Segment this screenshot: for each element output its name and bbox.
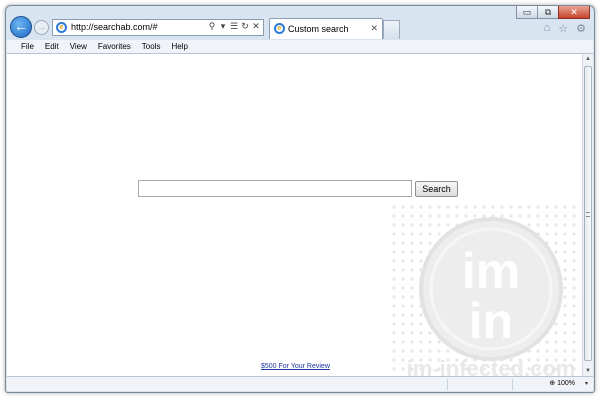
browser-window: ▭ ⧉ ✕ ← → e http://searchab.com/# ⚲ ▾ ☰ … bbox=[5, 5, 595, 393]
zoom-dropdown-icon[interactable]: ▾ bbox=[585, 380, 588, 387]
back-arrow-icon[interactable]: ← bbox=[10, 16, 32, 38]
address-bar-icons: ⚲ ▾ ☰ ↻ ✕ bbox=[208, 21, 260, 32]
menu-view[interactable]: View bbox=[70, 42, 87, 51]
stop-icon[interactable]: ✕ bbox=[252, 21, 260, 32]
menu-favorites[interactable]: Favorites bbox=[98, 42, 131, 51]
scroll-thumb[interactable] bbox=[584, 66, 592, 361]
menu-bar: File Edit View Favorites Tools Help bbox=[7, 40, 593, 54]
menu-edit[interactable]: Edit bbox=[45, 42, 59, 51]
address-bar[interactable]: e http://searchab.com/# ⚲ ▾ ☰ ↻ ✕ bbox=[52, 19, 264, 36]
site-favicon-icon: e bbox=[56, 22, 67, 33]
navigation-row: ← → e http://searchab.com/# ⚲ ▾ ☰ ↻ ✕ e … bbox=[6, 16, 594, 40]
search-button[interactable]: Search bbox=[415, 181, 458, 197]
dropdown-icon[interactable]: ▾ bbox=[219, 21, 227, 32]
tab-custom-search[interactable]: e Custom search ✕ bbox=[269, 18, 383, 39]
scroll-up-icon[interactable]: ▲ bbox=[584, 55, 592, 63]
home-icon[interactable]: ⌂ bbox=[544, 22, 551, 35]
status-divider bbox=[447, 379, 448, 390]
tab-close-icon[interactable]: ✕ bbox=[370, 23, 378, 34]
zoom-level: 100% bbox=[557, 379, 575, 387]
address-url[interactable]: http://searchab.com/# bbox=[71, 22, 158, 32]
favorites-icon[interactable]: ☆ bbox=[558, 22, 568, 35]
forward-arrow-icon[interactable]: → bbox=[34, 20, 49, 35]
right-toolbar: ⌂ ☆ ⚙ bbox=[544, 22, 586, 35]
zoom-control[interactable]: ⊕ 100% bbox=[549, 379, 575, 388]
tab-favicon-icon: e bbox=[274, 23, 285, 34]
tools-gear-icon[interactable]: ⚙ bbox=[576, 22, 586, 35]
new-tab-button[interactable] bbox=[383, 20, 400, 39]
zoom-icon: ⊕ bbox=[549, 380, 556, 387]
vertical-scrollbar[interactable]: ▲ ▼ bbox=[582, 54, 593, 376]
menu-help[interactable]: Help bbox=[171, 42, 187, 51]
scroll-down-icon[interactable]: ▼ bbox=[584, 367, 592, 375]
scroll-grip-icon bbox=[586, 212, 590, 217]
watermark-site: im-infected.com bbox=[407, 356, 576, 376]
search-input[interactable] bbox=[138, 180, 412, 197]
watermark-im: im bbox=[462, 243, 520, 299]
review-link[interactable]: $500 For Your Review bbox=[261, 363, 330, 370]
tab-label: Custom search bbox=[288, 24, 349, 34]
watermark-in: in bbox=[469, 293, 513, 349]
status-bar: ⊕ 100% ▾ bbox=[7, 376, 593, 391]
refresh-icon[interactable]: ↻ bbox=[241, 21, 249, 32]
watermark-logo: im in im-infected.com bbox=[391, 204, 582, 376]
search-icon[interactable]: ⚲ bbox=[208, 21, 216, 32]
page-content: Search im in im-infected.com $500 For Yo… bbox=[7, 54, 582, 376]
menu-tools[interactable]: Tools bbox=[142, 42, 161, 51]
menu-file[interactable]: File bbox=[21, 42, 34, 51]
status-divider bbox=[512, 379, 513, 390]
compat-view-icon[interactable]: ☰ bbox=[230, 21, 238, 32]
